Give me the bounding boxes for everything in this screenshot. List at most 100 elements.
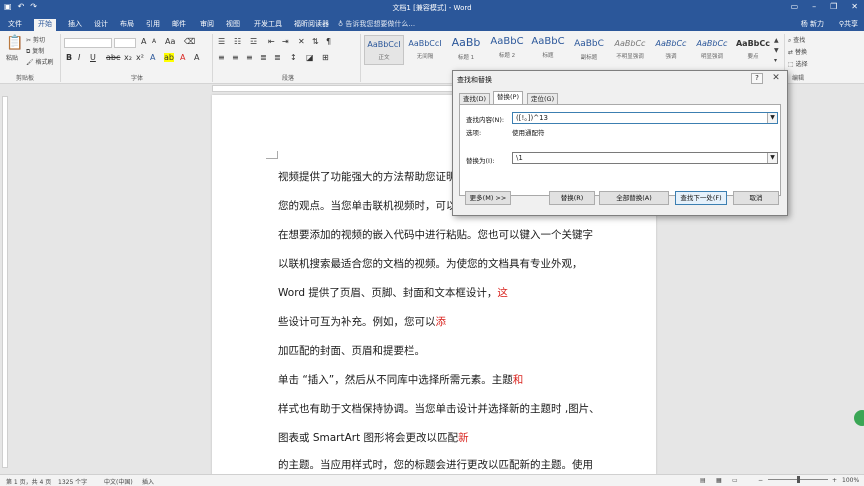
decrease-indent-icon[interactable]: ⇤ xyxy=(268,37,275,46)
doc-line[interactable]: 您的观点。当您单击联机视频时，可以 xyxy=(278,198,457,213)
share-button[interactable]: ⚲共享 xyxy=(839,19,858,29)
tab-view[interactable]: 视图 xyxy=(222,19,244,31)
replace-all-button[interactable]: 全部替换(A) xyxy=(599,191,669,205)
font-name-combo[interactable] xyxy=(64,38,112,48)
font-color-icon[interactable]: A xyxy=(180,53,185,62)
style-emphasis[interactable]: AaBbCc 强调 xyxy=(651,35,691,65)
clear-format-icon[interactable]: ⌫ xyxy=(184,37,195,46)
paste-button[interactable]: 粘贴 xyxy=(6,53,18,62)
bold-button[interactable]: B xyxy=(66,53,72,62)
doc-line[interactable]: 些设计可互为补充。例如，您可以添 xyxy=(278,314,446,329)
tab-insert[interactable]: 插入 xyxy=(64,19,86,31)
select-button[interactable]: ⬚ 选择 xyxy=(788,59,808,68)
vertical-ruler[interactable] xyxy=(2,96,8,468)
highlight-icon[interactable]: ab xyxy=(164,53,174,62)
sort-icon[interactable]: ⇅ xyxy=(312,37,319,46)
insert-mode[interactable]: 插入 xyxy=(142,477,154,486)
align-right-icon[interactable]: ≡ xyxy=(246,53,253,62)
doc-line[interactable]: 在想要添加的视频的嵌入代码中进行粘贴。您也可以键入一个关键字 xyxy=(278,227,593,242)
zoom-level[interactable]: 100% xyxy=(842,477,859,484)
underline-button[interactable]: U xyxy=(90,53,96,62)
italic-button[interactable]: I xyxy=(78,53,80,62)
show-marks-icon[interactable]: ¶ xyxy=(326,37,331,46)
more-button[interactable]: 更多(M) >> xyxy=(465,191,511,205)
find-button[interactable]: ⌕ 查找 xyxy=(788,35,805,45)
tell-me-box[interactable]: ♁ 告诉我您想要做什么... xyxy=(338,19,415,29)
style-no-spacing[interactable]: AaBbCcI 无间隔 xyxy=(405,35,445,65)
replace-button[interactable]: ⇄ 替换 xyxy=(788,47,807,56)
user-name[interactable]: 杨 新力 xyxy=(801,19,824,29)
align-center-icon[interactable]: ≡ xyxy=(232,53,239,62)
find-next-button[interactable]: 查找下一处(F) xyxy=(675,191,727,205)
format-painter-button[interactable]: 🖌 格式刷 xyxy=(26,57,54,66)
tab-design[interactable]: 设计 xyxy=(90,19,112,31)
text-effects-icon[interactable]: A xyxy=(150,53,155,62)
doc-line[interactable]: Word 提供了页眉、页脚、封面和文本框设计，这 xyxy=(278,285,508,300)
tab-layout[interactable]: 布局 xyxy=(116,19,138,31)
chinese-layout-icon[interactable]: ✕ xyxy=(298,37,305,46)
tab-review[interactable]: 审阅 xyxy=(196,19,218,31)
print-layout-icon[interactable]: ▦ xyxy=(716,477,722,484)
justify-icon[interactable]: ≣ xyxy=(260,53,267,62)
multilevel-list-icon[interactable]: ☲ xyxy=(250,37,257,46)
shrink-font-button[interactable]: A xyxy=(152,38,156,45)
chevron-down-icon[interactable]: ▼ xyxy=(767,153,777,163)
doc-line[interactable]: 样式也有助于文档保持协调。当您单击设计并选择新的主题时 ,图片、 xyxy=(278,401,600,416)
tab-replace[interactable]: 替换(P) xyxy=(493,91,523,105)
restore-icon[interactable]: ❐ xyxy=(830,2,837,11)
strikethrough-icon[interactable]: abc xyxy=(106,53,120,62)
tab-references[interactable]: 引用 xyxy=(142,19,164,31)
zoom-in-icon[interactable]: + xyxy=(832,477,837,484)
styles-scroll-down-icon[interactable]: ▼ xyxy=(774,47,779,54)
style-heading-2[interactable]: AaBbC 标题 2 xyxy=(487,35,527,65)
word-count[interactable]: 1325 个字 xyxy=(58,477,87,486)
page-count[interactable]: 第 1 页，共 4 页 xyxy=(6,477,51,486)
grow-font-button[interactable]: A xyxy=(141,37,146,46)
line-spacing-icon[interactable]: ↕ xyxy=(290,53,297,62)
borders-icon[interactable]: ⊞ xyxy=(322,53,329,62)
tab-home[interactable]: 开始 xyxy=(34,19,56,31)
tab-file[interactable]: 文件 xyxy=(4,19,26,31)
numbering-icon[interactable]: ☷ xyxy=(234,37,241,46)
help-icon[interactable]: ? xyxy=(751,73,763,84)
replace-button[interactable]: 替换(R) xyxy=(549,191,595,205)
ribbon-display-icon[interactable]: ▭ xyxy=(791,2,799,11)
paste-icon[interactable]: 📋 xyxy=(6,35,23,51)
find-what-input[interactable]: ([!。])^13 ▼ xyxy=(512,112,778,124)
web-layout-icon[interactable]: ▭ xyxy=(732,477,738,484)
doc-line[interactable]: 视频提供了功能强大的方法帮助您证明 xyxy=(278,169,457,184)
char-shading-icon[interactable]: A xyxy=(194,53,199,62)
zoom-out-icon[interactable]: − xyxy=(758,477,763,484)
style-title[interactable]: AaBbC 标题 xyxy=(528,35,568,65)
read-mode-icon[interactable]: ▤ xyxy=(700,477,706,484)
style-subtle-emphasis[interactable]: AaBbCc 不明显强调 xyxy=(610,35,650,65)
font-size-combo[interactable] xyxy=(114,38,136,48)
chevron-down-icon[interactable]: ▼ xyxy=(767,113,777,123)
cancel-button[interactable]: 取消 xyxy=(733,191,779,205)
increase-indent-icon[interactable]: ⇥ xyxy=(282,37,289,46)
tab-foxit-reader[interactable]: 福昕阅读器 xyxy=(290,19,333,31)
bullets-icon[interactable]: ☰ xyxy=(218,37,225,46)
style-heading-1[interactable]: AaBb 标题 1 xyxy=(446,35,486,65)
shading-icon[interactable]: ◪ xyxy=(306,53,314,62)
style-intense-emphasis[interactable]: AaBbCc 明显强调 xyxy=(692,35,732,65)
align-left-icon[interactable]: ≡ xyxy=(218,53,225,62)
doc-line[interactable]: 加匹配的封面、页眉和提要栏。 xyxy=(278,343,425,358)
superscript-icon[interactable]: x² xyxy=(136,53,144,62)
copy-button[interactable]: ⧉ 复制 xyxy=(26,46,44,56)
tab-mailings[interactable]: 邮件 xyxy=(168,19,190,31)
doc-line[interactable]: 单击 “插入”，然后从不同库中选择所需元素。主题和 xyxy=(278,372,523,387)
doc-line[interactable]: 图表或 SmartArt 图形将会更改以匹配新 xyxy=(278,430,469,445)
minimize-icon[interactable]: – xyxy=(812,2,816,11)
zoom-slider-handle[interactable] xyxy=(797,476,800,483)
distributed-icon[interactable]: ≣ xyxy=(274,53,281,62)
doc-line[interactable]: 的主题。当应用样式时，您的标题会进行更改以匹配新的主题。使用 xyxy=(278,457,593,472)
style-normal[interactable]: AaBbCcI 正文 xyxy=(364,35,404,65)
close-icon[interactable]: ✕ xyxy=(851,2,858,11)
style-subtitle[interactable]: AaBbC 副标题 xyxy=(569,35,609,65)
styles-scroll-up-icon[interactable]: ▲ xyxy=(774,37,779,44)
floating-assistant-icon[interactable] xyxy=(854,410,864,426)
doc-line[interactable]: 以联机搜索最适合您的文档的视频。为使您的文档具有专业外观， xyxy=(278,256,583,271)
close-icon[interactable]: ✕ xyxy=(769,73,783,84)
tab-developer[interactable]: 开发工具 xyxy=(250,19,286,31)
